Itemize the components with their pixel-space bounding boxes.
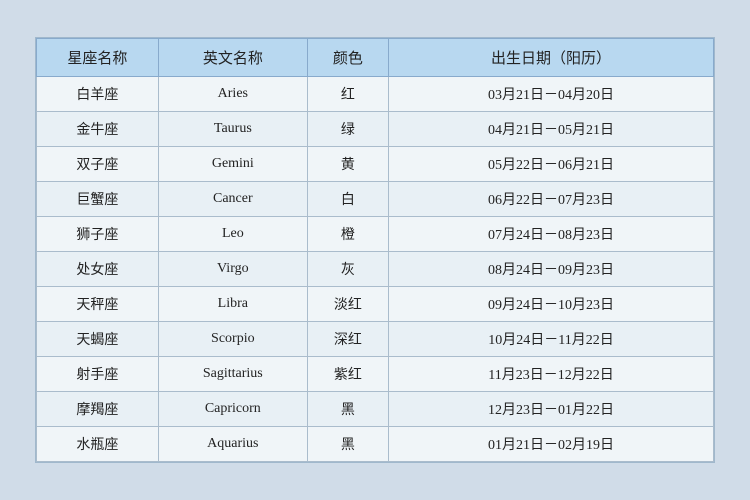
cell-english: Aquarius <box>158 427 307 462</box>
cell-date: 05月22日－06月21日 <box>389 147 714 182</box>
table-row: 双子座Gemini黄05月22日－06月21日 <box>37 147 714 182</box>
table-row: 射手座Sagittarius紫红11月23日－12月22日 <box>37 357 714 392</box>
cell-english: Aries <box>158 77 307 112</box>
cell-chinese: 白羊座 <box>37 77 159 112</box>
table-row: 天蝎座Scorpio深红10月24日－11月22日 <box>37 322 714 357</box>
cell-chinese: 狮子座 <box>37 217 159 252</box>
cell-color: 灰 <box>307 252 388 287</box>
cell-date: 08月24日－09月23日 <box>389 252 714 287</box>
cell-chinese: 摩羯座 <box>37 392 159 427</box>
cell-chinese: 天蝎座 <box>37 322 159 357</box>
cell-english: Sagittarius <box>158 357 307 392</box>
cell-color: 红 <box>307 77 388 112</box>
cell-english: Gemini <box>158 147 307 182</box>
cell-chinese: 射手座 <box>37 357 159 392</box>
table-header-row: 星座名称 英文名称 颜色 出生日期（阳历） <box>37 39 714 77</box>
cell-color: 白 <box>307 182 388 217</box>
header-date: 出生日期（阳历） <box>389 39 714 77</box>
cell-date: 11月23日－12月22日 <box>389 357 714 392</box>
cell-date: 06月22日－07月23日 <box>389 182 714 217</box>
cell-english: Capricorn <box>158 392 307 427</box>
cell-english: Cancer <box>158 182 307 217</box>
cell-color: 黑 <box>307 392 388 427</box>
cell-chinese: 巨蟹座 <box>37 182 159 217</box>
header-english: 英文名称 <box>158 39 307 77</box>
cell-chinese: 处女座 <box>37 252 159 287</box>
cell-date: 04月21日－05月21日 <box>389 112 714 147</box>
cell-color: 紫红 <box>307 357 388 392</box>
cell-english: Scorpio <box>158 322 307 357</box>
table-row: 金牛座Taurus绿04月21日－05月21日 <box>37 112 714 147</box>
cell-date: 03月21日－04月20日 <box>389 77 714 112</box>
cell-date: 07月24日－08月23日 <box>389 217 714 252</box>
cell-english: Leo <box>158 217 307 252</box>
table-body: 白羊座Aries红03月21日－04月20日金牛座Taurus绿04月21日－0… <box>37 77 714 462</box>
table-row: 处女座Virgo灰08月24日－09月23日 <box>37 252 714 287</box>
cell-color: 深红 <box>307 322 388 357</box>
cell-date: 10月24日－11月22日 <box>389 322 714 357</box>
cell-english: Libra <box>158 287 307 322</box>
table-row: 摩羯座Capricorn黑12月23日－01月22日 <box>37 392 714 427</box>
table-row: 水瓶座Aquarius黑01月21日－02月19日 <box>37 427 714 462</box>
cell-date: 01月21日－02月19日 <box>389 427 714 462</box>
header-color: 颜色 <box>307 39 388 77</box>
cell-chinese: 水瓶座 <box>37 427 159 462</box>
header-chinese: 星座名称 <box>37 39 159 77</box>
cell-date: 12月23日－01月22日 <box>389 392 714 427</box>
table-row: 天秤座Libra淡红09月24日－10月23日 <box>37 287 714 322</box>
cell-english: Taurus <box>158 112 307 147</box>
cell-color: 黄 <box>307 147 388 182</box>
zodiac-table-container: 星座名称 英文名称 颜色 出生日期（阳历） 白羊座Aries红03月21日－04… <box>35 37 715 463</box>
cell-color: 黑 <box>307 427 388 462</box>
table-row: 巨蟹座Cancer白06月22日－07月23日 <box>37 182 714 217</box>
cell-chinese: 双子座 <box>37 147 159 182</box>
cell-color: 绿 <box>307 112 388 147</box>
cell-english: Virgo <box>158 252 307 287</box>
cell-color: 淡红 <box>307 287 388 322</box>
cell-chinese: 金牛座 <box>37 112 159 147</box>
cell-date: 09月24日－10月23日 <box>389 287 714 322</box>
zodiac-table: 星座名称 英文名称 颜色 出生日期（阳历） 白羊座Aries红03月21日－04… <box>36 38 714 462</box>
table-row: 狮子座Leo橙07月24日－08月23日 <box>37 217 714 252</box>
cell-chinese: 天秤座 <box>37 287 159 322</box>
table-row: 白羊座Aries红03月21日－04月20日 <box>37 77 714 112</box>
cell-color: 橙 <box>307 217 388 252</box>
